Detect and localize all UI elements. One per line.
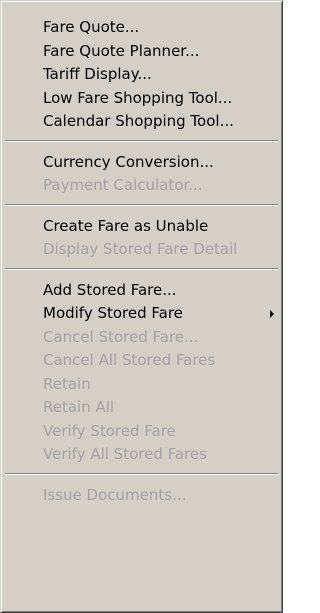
menu-item-cancel-stored-fare: Cancel Stored Fare...	[43, 327, 199, 346]
menu-item-add-stored-fare[interactable]: Add Stored Fare...	[1, 279, 282, 303]
menu-separator	[5, 203, 278, 206]
menu-item-issue-documents: Issue Documents...	[43, 485, 187, 504]
submenu-arrow-icon	[270, 310, 274, 318]
menu-item-payment-calculator: Payment Calculator...	[43, 176, 203, 194]
menu-item-cancel-all-stored-fares: Cancel All Stored Fares	[43, 351, 216, 369]
menu-item-retain-all: Retain All	[43, 398, 115, 416]
menu-item-display-stored-fare-detail: Display Stored Fare Detail	[43, 240, 238, 258]
context-menu: Fare Quote... Fare Quote Planner... Tari…	[0, 0, 283, 613]
menu-separator	[5, 472, 278, 475]
menu-item-calendar-shopping-tool[interactable]: Calendar Shopping Tool...	[1, 110, 282, 134]
menu-item-modify-stored-fare[interactable]: Modify Stored Fare	[1, 302, 282, 326]
menu-item-retain: Retain	[43, 374, 91, 393]
menu-item-currency-conversion[interactable]: Currency Conversion...	[1, 151, 282, 175]
menu-item-verify-stored-fare: Verify Stored Fare	[43, 421, 176, 440]
menu-item-low-fare-shopping-tool[interactable]: Low Fare Shopping Tool...	[1, 87, 282, 111]
menu-item-fare-quote[interactable]: Fare Quote...	[1, 16, 282, 40]
menu-item-verify-all-stored-fares: Verify All Stored Fares	[43, 445, 207, 463]
menu-separator	[5, 267, 278, 270]
menu-separator	[5, 139, 278, 142]
menu-item-fare-quote-planner[interactable]: Fare Quote Planner...	[1, 40, 282, 64]
menu-item-tariff-display[interactable]: Tariff Display...	[1, 63, 282, 87]
menu-item-create-fare-as-unable[interactable]: Create Fare as Unable	[1, 215, 282, 239]
menu-item-modify-stored-fare-label: Modify Stored Fare	[43, 304, 183, 322]
